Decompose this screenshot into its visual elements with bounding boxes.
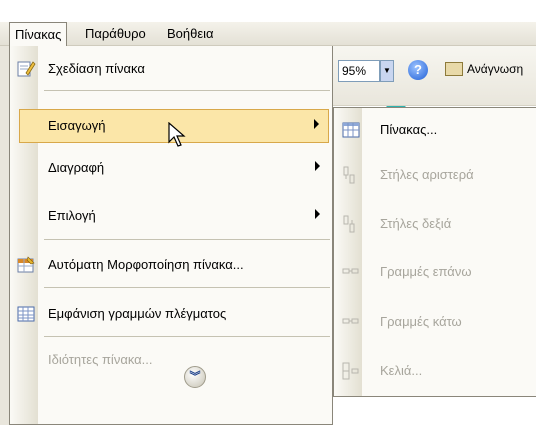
insert-submenu: Πίνακας... Στήλες αριστερά Στήλες δεξιά … — [333, 107, 536, 397]
submenu-item-rows-above[interactable]: Γραμμές επάνω — [334, 255, 536, 289]
submenu-item-table[interactable]: Πίνακας... — [334, 113, 536, 147]
pencil-icon — [17, 61, 36, 77]
menu-item-label: Επιλογή — [48, 208, 96, 223]
zoom-dropdown-arrow[interactable]: ▼ — [380, 60, 394, 82]
menu-item-draw-table[interactable]: Σχεδίαση πίνακα — [12, 52, 330, 86]
menu-item-label: Αυτόματη Μορφοποίηση πίνακα... — [48, 257, 244, 272]
submenu-item-rows-below[interactable]: Γραμμές κάτω — [334, 305, 536, 339]
submenu-item-label: Γραμμές κάτω — [380, 314, 462, 329]
submenu-item-label: Γραμμές επάνω — [380, 264, 472, 279]
submenu-item-cells[interactable]: Κελιά... — [334, 354, 536, 388]
rows-above-icon — [342, 268, 359, 274]
cells-icon — [342, 362, 359, 380]
menu-item-label: Εμφάνιση γραμμών πλέγματος — [48, 306, 227, 321]
menu-item-table-properties[interactable]: Ιδιότητες πίνακα... — [12, 343, 330, 377]
submenu-item-columns-right[interactable]: Στήλες δεξιά — [334, 207, 536, 241]
read-mode-icon[interactable] — [445, 62, 463, 76]
columns-right-icon — [343, 215, 355, 233]
submenu-item-columns-left[interactable]: Στήλες αριστερά — [334, 158, 536, 192]
double-chevron-down-icon[interactable]: ︾ — [184, 366, 206, 388]
mouse-cursor-icon — [168, 122, 186, 147]
zoom-combobox[interactable]: 95% — [338, 60, 380, 82]
menu-item-label: Σχεδίαση πίνακα — [48, 61, 145, 76]
menu-item-delete[interactable]: Διαγραφή — [12, 151, 330, 185]
help-icon[interactable]: ? — [408, 60, 428, 80]
gridlines-icon — [17, 306, 35, 322]
menu-separator — [44, 287, 330, 288]
submenu-item-label: Στήλες δεξιά — [380, 216, 452, 231]
submenu-item-label: Στήλες αριστερά — [380, 167, 474, 182]
autoformat-icon — [17, 256, 35, 273]
table-icon — [342, 122, 360, 138]
menu-table[interactable]: Πίνακας — [9, 22, 68, 47]
rows-below-icon — [342, 318, 359, 324]
menu-item-label: Ιδιότητες πίνακα... — [48, 352, 153, 367]
table-menu-dropdown: Σχεδίαση πίνακα Εισαγωγή Διαγραφή Επιλογ… — [9, 46, 333, 425]
columns-left-icon — [343, 166, 355, 184]
menu-item-autoformat[interactable]: Αυτόματη Μορφοποίηση πίνακα... — [12, 248, 330, 282]
submenu-icon-gutter — [334, 108, 362, 396]
menu-item-label: Εισαγωγή — [48, 118, 106, 133]
menu-separator — [44, 90, 330, 91]
menu-help[interactable]: Βοήθεια — [162, 22, 219, 46]
menu-item-show-gridlines[interactable]: Εμφάνιση γραμμών πλέγματος — [12, 297, 330, 331]
menu-item-label: Διαγραφή — [48, 160, 105, 175]
menu-item-select[interactable]: Επιλογή — [12, 199, 330, 233]
read-mode-label[interactable]: Ανάγνωση — [467, 62, 523, 76]
submenu-item-label: Πίνακας... — [380, 122, 438, 137]
submenu-arrow-icon — [315, 209, 320, 219]
submenu-item-label: Κελιά... — [380, 363, 423, 378]
menu-window[interactable]: Παράθυρο — [80, 22, 151, 46]
menu-separator — [44, 239, 330, 240]
menu-separator — [44, 336, 330, 337]
submenu-arrow-icon — [314, 119, 319, 129]
submenu-arrow-icon — [315, 161, 320, 171]
